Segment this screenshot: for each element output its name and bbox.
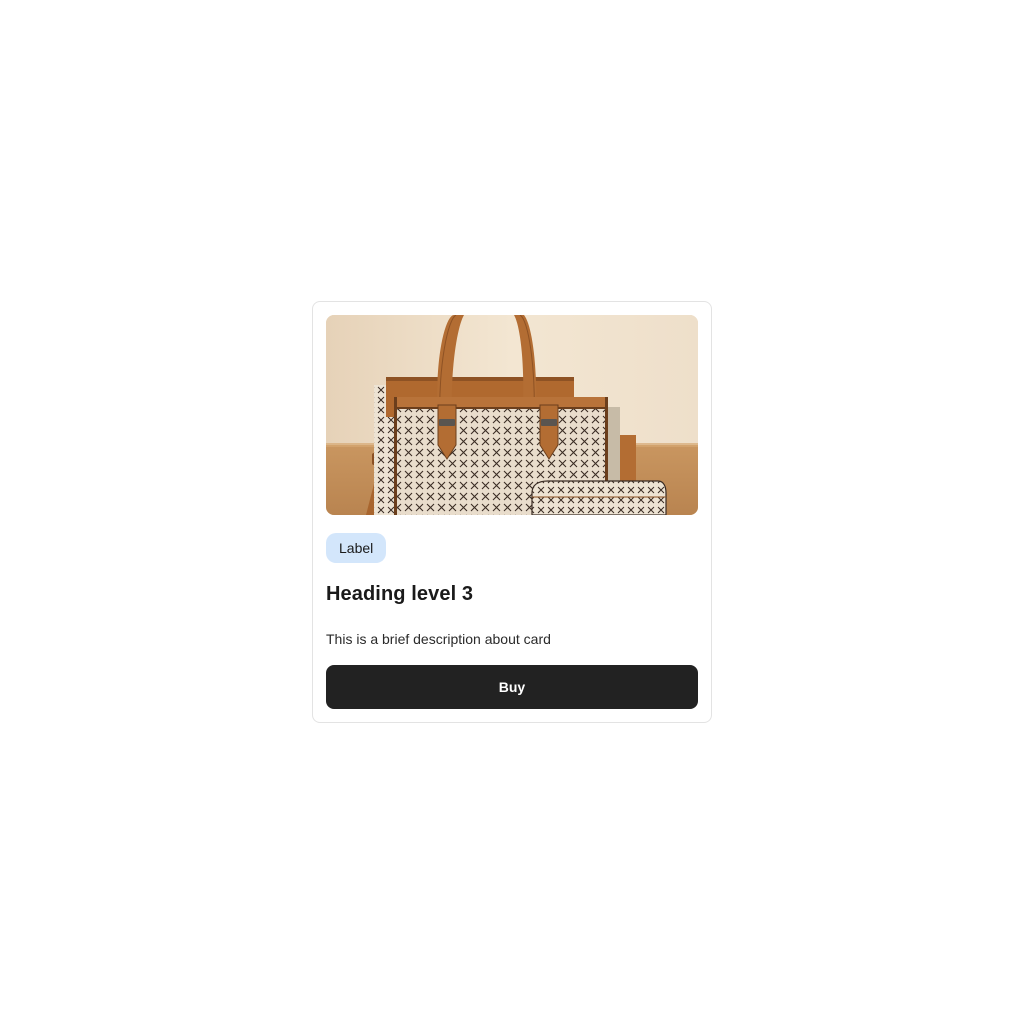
buy-button[interactable]: Buy	[326, 665, 698, 709]
product-card: Label Heading level 3 This is a brief de…	[312, 301, 712, 723]
product-image	[326, 315, 698, 515]
card-description: This is a brief description about card	[326, 631, 551, 647]
label-chip: Label	[326, 533, 387, 563]
page: Label Heading level 3 This is a brief de…	[0, 0, 1024, 1024]
card-heading: Heading level 3	[326, 583, 474, 605]
